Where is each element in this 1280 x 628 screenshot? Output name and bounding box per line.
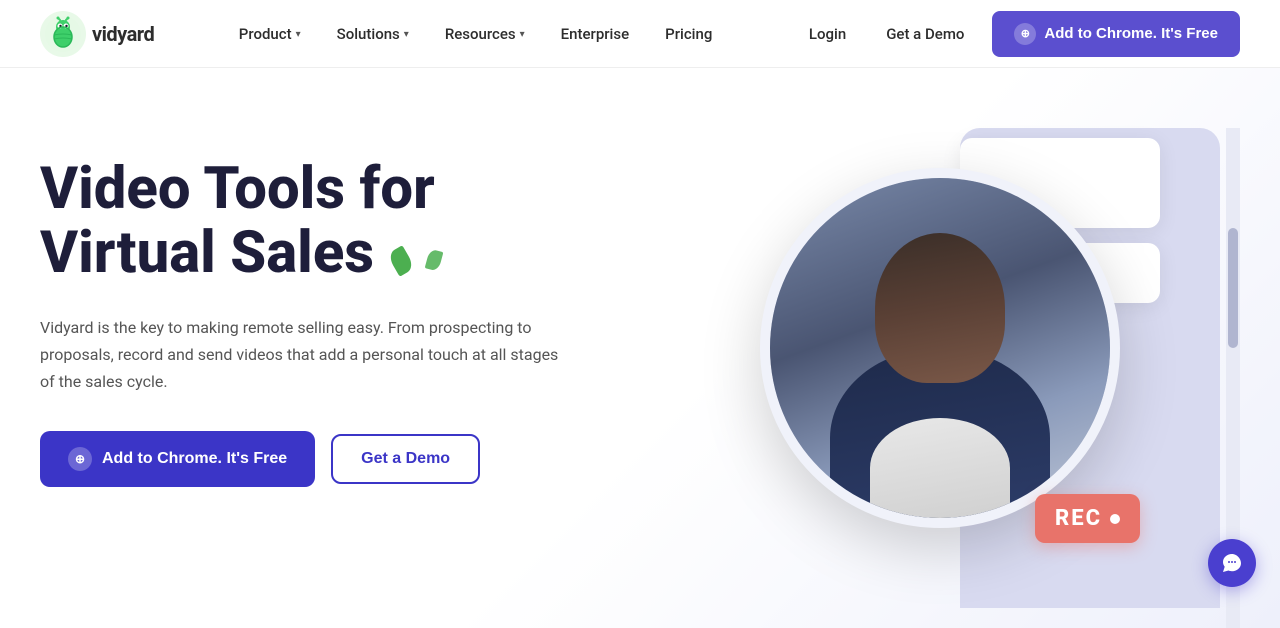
hero-add-chrome-button[interactable]: ⊕ Add to Chrome. It's Free [40,431,315,487]
chrome-icon: ⊕ [1014,23,1036,45]
logo-icon [40,11,86,57]
rec-dot [1110,514,1120,524]
nav-enterprise[interactable]: Enterprise [547,17,643,51]
person-head [875,233,1005,383]
ui-mockup: REC [680,128,1180,628]
hero-description: Vidyard is the key to making remote sell… [40,314,560,396]
nav-pricing[interactable]: Pricing [651,17,726,51]
nav-actions: Login Get a Demo ⊕ Add to Chrome. It's F… [797,11,1240,57]
chevron-down-icon: ▾ [296,29,301,40]
logo[interactable]: vidyard [40,11,154,57]
scrollbar-thumb[interactable] [1228,228,1238,348]
hero-section: Video Tools for Virtual Sales Vidyard is… [0,68,1280,628]
hero-title-line2: Virtual Sales [40,219,374,287]
person-shirt [870,418,1010,518]
leaf-decoration [389,224,440,288]
chrome-icon: ⊕ [68,447,92,471]
nav-links: Product ▾ Solutions ▾ Resources ▾ Enterp… [225,17,727,51]
nav-product[interactable]: Product ▾ [225,17,315,51]
hero-content: Video Tools for Virtual Sales Vidyard is… [40,128,620,487]
hero-get-demo-button[interactable]: Get a Demo [331,434,480,484]
hero-visual: REC [620,128,1240,628]
video-circle [760,168,1120,528]
nav-solutions[interactable]: Solutions ▾ [323,17,423,51]
navbar: vidyard Product ▾ Solutions ▾ Resources … [0,0,1280,68]
get-demo-link[interactable]: Get a Demo [874,17,976,51]
chevron-down-icon: ▾ [404,29,409,40]
hero-title: Video Tools for Virtual Sales [40,158,620,286]
chevron-down-icon: ▾ [520,29,525,40]
logo-text: vidyard [92,22,154,46]
login-link[interactable]: Login [797,17,858,51]
rec-badge: REC [1035,494,1140,543]
chat-widget[interactable] [1208,539,1256,587]
video-person [770,178,1110,518]
nav-resources[interactable]: Resources ▾ [431,17,539,51]
hero-cta-group: ⊕ Add to Chrome. It's Free Get a Demo [40,431,620,487]
add-to-chrome-button[interactable]: ⊕ Add to Chrome. It's Free [992,11,1240,57]
